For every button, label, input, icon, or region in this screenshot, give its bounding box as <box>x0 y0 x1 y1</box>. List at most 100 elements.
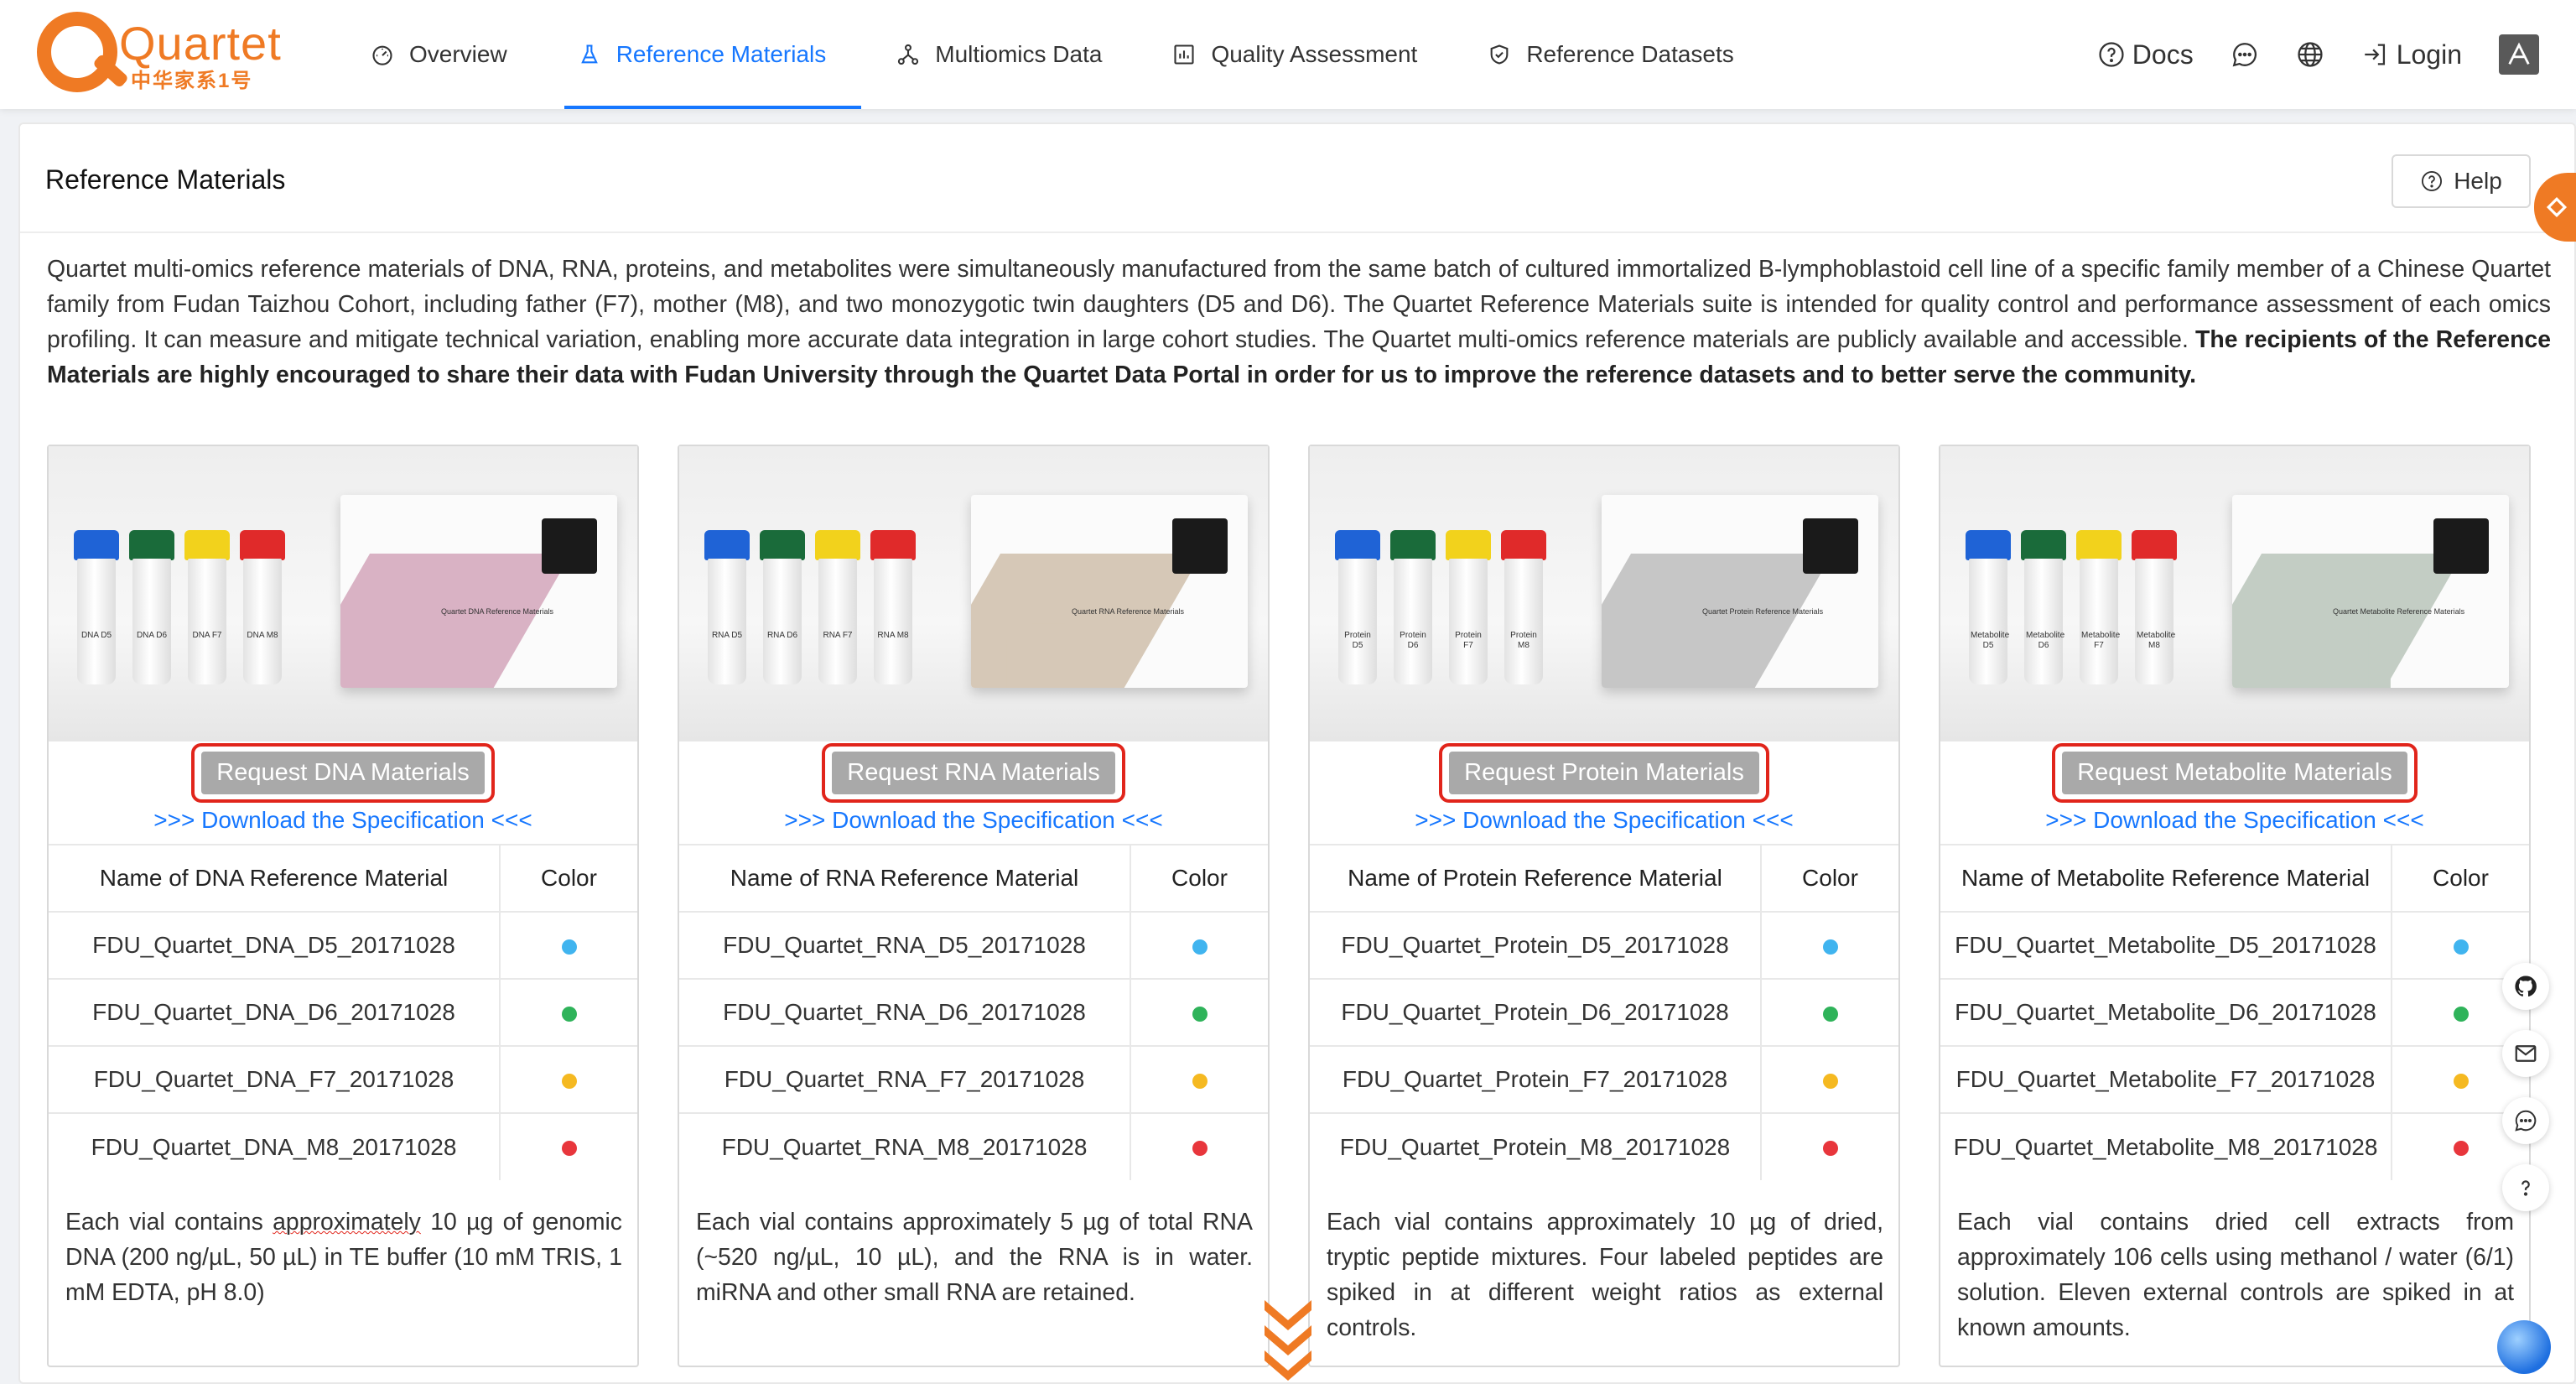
product-photo: Protein D5 Protein D6 Protein F7 Protein… <box>1310 446 1898 741</box>
vial-cap <box>2021 530 2066 560</box>
color-cell <box>1130 978 1268 1046</box>
question-circle-icon <box>2099 42 2124 67</box>
nav-label: Quality Assessment <box>1211 41 1418 67</box>
question-circle-icon <box>2422 170 2443 192</box>
github-button[interactable] <box>2502 963 2549 1010</box>
request-button-highlight: Request RNA Materials <box>822 742 1125 803</box>
chat-button[interactable] <box>2502 1097 2549 1144</box>
scroll-down-chevrons-icon[interactable] <box>1261 1297 1315 1384</box>
vial-cap <box>1501 530 1546 560</box>
feedback-button[interactable] <box>2231 40 2259 69</box>
vial-image: Metabolite D5 <box>1966 530 2011 689</box>
color-cell <box>1130 1112 1268 1180</box>
github-icon <box>2515 976 2537 997</box>
intro-text: Quartet multi-omics reference materials … <box>47 256 2551 353</box>
reference-materials-card: Reference Materials Help Quartet multi-o… <box>18 122 2576 1384</box>
download-specification-link[interactable]: >>> Download the Specification <<< <box>679 807 1268 834</box>
vial-label: RNA D5 <box>711 631 743 640</box>
box-letter: R <box>995 530 1122 689</box>
box-title: Quartet Protein Reference Materials <box>1702 607 1824 616</box>
table-header-row: Name of DNA Reference Material Color <box>49 844 637 912</box>
expand-arrows-icon <box>2546 196 2568 218</box>
vial-body: RNA D6 <box>763 559 802 684</box>
assistant-globe-icon[interactable] <box>2497 1320 2551 1374</box>
help-button[interactable]: Help <box>2392 154 2531 208</box>
nav-item-quality-assessment[interactable]: Quality Assessment <box>1137 0 1452 109</box>
column-header-color: Color <box>500 844 637 912</box>
globe-icon <box>2298 42 2323 67</box>
box-quartet-sticker <box>1172 518 1228 574</box>
nav-item-reference-datasets[interactable]: Reference Datasets <box>1452 0 1768 109</box>
request-materials-button[interactable]: Request Metabolite Materials <box>2062 751 2407 794</box>
vial-image: Protein F7 <box>1446 530 1491 689</box>
vial-cap <box>1335 530 1380 560</box>
nav-item-reference-materials[interactable]: Reference Materials <box>543 0 862 109</box>
request-button-highlight: Request Protein Materials <box>1439 742 1769 803</box>
box-letter: P <box>1625 530 1743 689</box>
table-row: FDU_Quartet_RNA_D6_20171028 <box>679 978 1268 1046</box>
download-specification-link[interactable]: >>> Download the Specification <<< <box>1940 807 2529 834</box>
table-row: FDU_Quartet_Protein_D5_20171028 <box>1310 911 1898 979</box>
vial-cap <box>704 530 750 560</box>
vial-cap <box>129 530 174 560</box>
sample-color-dot <box>1822 1073 1838 1089</box>
faq-button[interactable] <box>2502 1164 2549 1211</box>
vial-image: RNA D6 <box>760 530 805 689</box>
request-materials-button[interactable]: Request Protein Materials <box>1449 751 1759 794</box>
sample-color-dot <box>1192 1073 1208 1089</box>
docs-link[interactable]: Docs <box>2097 39 2194 70</box>
vial-body: RNA M8 <box>874 559 912 684</box>
vial-label: Metabolite D5 <box>1971 631 2010 650</box>
download-specification-link[interactable]: >>> Download the Specification <<< <box>49 807 637 834</box>
vial-cap <box>760 530 805 560</box>
login-link[interactable]: Login <box>2361 39 2462 70</box>
mail-button[interactable] <box>2502 1030 2549 1077</box>
product-panel: Metabolite D5 Metabolite D6 Metabolite F… <box>1939 445 2531 1367</box>
table-row: FDU_Quartet_Metabolite_D5_20171028 <box>1940 911 2529 979</box>
request-materials-button[interactable]: Request RNA Materials <box>832 751 1115 794</box>
material-name-cell: FDU_Quartet_Metabolite_M8_20171028 <box>1940 1112 2392 1180</box>
user-menu-button[interactable] <box>2499 34 2539 75</box>
sample-color-dot <box>1192 1141 1208 1157</box>
vial-cap <box>240 530 285 560</box>
nav-label: Reference Materials <box>615 41 827 67</box>
vial-body: Protein D5 <box>1338 559 1377 684</box>
nav-item-multiomics-data[interactable]: Multiomics Data <box>861 0 1137 109</box>
sample-color-dot <box>561 1073 577 1089</box>
request-materials-button[interactable]: Request DNA Materials <box>201 751 485 794</box>
quartet-logo[interactable]: Quartet 中华家系1号 <box>37 12 281 101</box>
vial-image: Metabolite F7 <box>2076 530 2122 689</box>
color-cell <box>1761 911 1898 979</box>
vial-image: Metabolite D6 <box>2021 530 2066 689</box>
table-row: FDU_Quartet_Protein_M8_20171028 <box>1310 1112 1898 1180</box>
color-cell <box>500 1112 637 1180</box>
color-cell <box>500 1045 637 1113</box>
material-name-cell: FDU_Quartet_Metabolite_D5_20171028 <box>1940 911 2392 979</box>
product-photo: DNA D5 DNA D6 DNA F7 DNA M8 D Quartet DN… <box>49 446 637 741</box>
column-header-name: Name of Metabolite Reference Material <box>1940 844 2392 912</box>
sample-color-dot <box>561 939 577 955</box>
vial-body: Protein M8 <box>1504 559 1543 684</box>
download-specification-link[interactable]: >>> Download the Specification <<< <box>1310 807 1898 834</box>
table-header-row: Name of Metabolite Reference Material Co… <box>1940 844 2529 912</box>
vial-body: Protein F7 <box>1449 559 1488 684</box>
materials-table: Name of DNA Reference Material Color FDU… <box>49 844 637 1180</box>
vial-label: RNA M8 <box>877 631 909 640</box>
vial-body: Protein D6 <box>1394 559 1432 684</box>
table-row: FDU_Quartet_RNA_D5_20171028 <box>679 911 1268 979</box>
nav-item-overview[interactable]: Overview <box>335 0 543 109</box>
request-button-highlight: Request DNA Materials <box>191 742 495 803</box>
sample-color-dot <box>1822 1141 1838 1157</box>
vial-cap <box>870 530 916 560</box>
language-switch[interactable] <box>2296 40 2324 69</box>
vial-body: Metabolite D6 <box>2024 559 2064 684</box>
table-row: FDU_Quartet_RNA_F7_20171028 <box>679 1045 1268 1113</box>
table-header-row: Name of RNA Reference Material Color <box>679 844 1268 912</box>
vial-body: Metabolite M8 <box>2135 559 2175 684</box>
table-row: FDU_Quartet_Metabolite_M8_20171028 <box>1940 1112 2529 1180</box>
vial-body: Metabolite F7 <box>2080 559 2120 684</box>
material-name-cell: FDU_Quartet_DNA_D6_20171028 <box>49 978 501 1046</box>
description-text: Each vial contains dried cell extracts f… <box>1957 1209 2514 1341</box>
product-box-image: R Quartet RNA Reference Materials <box>971 495 1248 688</box>
sample-color-dot <box>561 1006 577 1022</box>
